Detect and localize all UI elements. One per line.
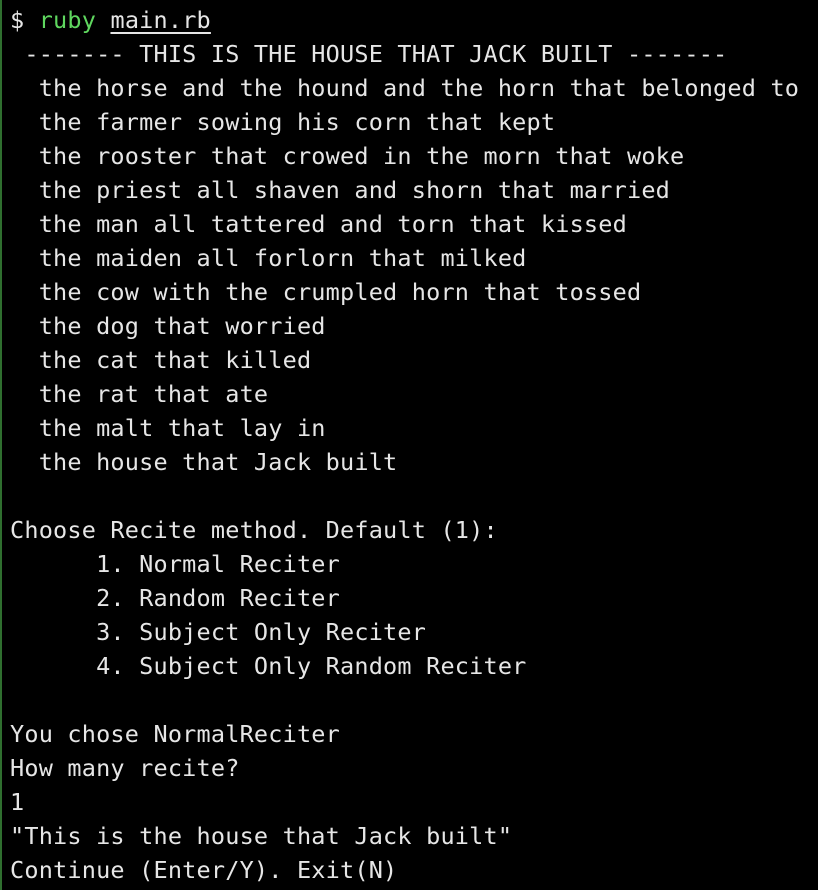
count-prompt-line: How many recite? [10,754,240,782]
menu-prompt: Choose Recite method. Default (1): [10,516,498,544]
verse-line: the dog that worried [10,312,326,340]
recite-result-line: "This is the house that Jack built" [10,822,513,850]
verse-line: the cat that killed [10,346,312,374]
count-input-line: 1 [10,788,25,816]
verse-line: the priest all shaven and shorn that mar… [10,176,671,204]
menu-option: 4. Subject Only Random Reciter [10,652,527,680]
verse-line: the malt that lay in [10,414,326,442]
chosen-method-line: You chose NormalReciter [10,720,341,748]
prompt-argument: main.rb [110,6,211,34]
command-prompt-line: $ ruby main.rb [10,3,211,37]
verse-line: the rooster that crowed in the morn that… [10,142,685,170]
verse-line: the cow with the crumpled horn that toss… [10,278,642,306]
output-title-line: ------- THIS IS THE HOUSE THAT JACK BUIL… [10,40,728,68]
continue-prompt-line: Continue (Enter/Y). Exit(N) [10,856,398,884]
verse-line: the maiden all forlorn that milked [10,244,527,272]
prompt-command: ruby [38,6,97,34]
verse-line: the rat that ate [10,380,269,408]
verse-line: the man all tattered and torn that kisse… [10,210,627,238]
menu-option: 3. Subject Only Reciter [10,618,427,646]
verse-line: the farmer sowing his corn that kept [10,108,556,136]
menu-option: 1. Normal Reciter [10,550,341,578]
verse-line: the house that Jack built [10,448,398,476]
menu-option: 2. Random Reciter [10,584,341,612]
prompt-symbol: $ [10,6,39,34]
terminal-window[interactable]: $ ruby main.rb ------- THIS IS THE HOUSE… [0,0,818,890]
verse-line: the horse and the hound and the horn tha… [10,74,800,102]
